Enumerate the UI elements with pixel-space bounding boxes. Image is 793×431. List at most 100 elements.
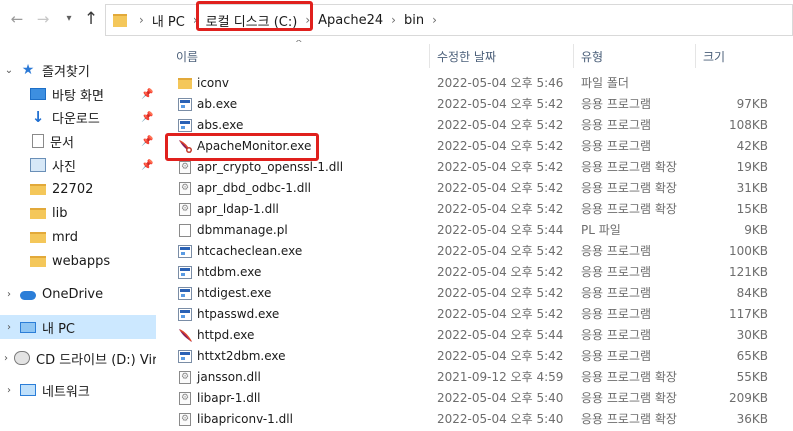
column-header-name[interactable]: 이름 — [176, 46, 198, 68]
file-date: 2022-05-04 오후 5:40 — [437, 391, 564, 405]
nav-item-desktop[interactable]: 바탕 화면 — [0, 83, 156, 105]
recent-locations-chevron-icon[interactable]: ▾ — [58, 8, 80, 30]
table-row[interactable]: httxt2dbm.exe 2022-05-04 오후 5:42 응용 프로그램 65… — [156, 346, 793, 367]
back-arrow-icon[interactable]: ← — [6, 8, 28, 30]
breadcrumb-apache24[interactable]: Apache24 — [316, 13, 385, 28]
chevron-right-icon[interactable]: › — [385, 13, 402, 27]
nav-label: 다운로드 — [52, 111, 100, 127]
nav-item-downloads[interactable]: ↓ 다운로드 — [0, 106, 156, 128]
table-row[interactable]: ab.exe 2022-05-04 오후 5:42 응용 프로그램 97KB — [156, 94, 793, 115]
table-row[interactable]: libapr-1.dll 2022-05-04 오후 5:40 응용 프로그램 확장… — [156, 388, 793, 409]
nav-item-network[interactable]: › 네트워크 — [0, 379, 156, 401]
file-name: htpasswd.exe — [197, 307, 280, 321]
table-row[interactable]: htpasswd.exe 2022-05-04 오후 5:42 응용 프로그램 117… — [156, 304, 793, 325]
breadcrumb-bin[interactable]: bin — [402, 13, 426, 28]
file-size: 55KB — [736, 370, 768, 384]
nav-item-documents[interactable]: 문서 — [0, 130, 156, 152]
pin-icon[interactable]: 📌 — [141, 89, 153, 100]
nav-item-pictures[interactable]: 사진 — [0, 154, 156, 176]
file-type: 응용 프로그램 확장 — [581, 370, 677, 384]
sort-ascending-icon: ^ — [295, 40, 303, 49]
forward-arrow-icon[interactable]: → — [32, 8, 54, 30]
file-type: 응용 프로그램 확장 — [581, 391, 677, 405]
table-row[interactable]: apr_dbd_odbc-1.dll 2022-05-04 오후 5:42 응용 프… — [156, 178, 793, 199]
star-icon: ★ — [21, 62, 35, 78]
nav-item-folder-22702[interactable]: 22702 — [0, 178, 156, 200]
nav-item-this-pc[interactable]: › 내 PC — [0, 315, 156, 339]
file-size: 36KB — [736, 412, 768, 426]
nav-label: CD 드라이브 (D:) Vir — [36, 352, 156, 368]
table-row[interactable]: htdbm.exe 2022-05-04 오후 5:42 응용 프로그램 121KB — [156, 262, 793, 283]
file-name: apr_dbd_odbc-1.dll — [197, 181, 311, 195]
table-row[interactable]: dbmmanage.pl 2022-05-04 오후 5:44 PL 파일 9KB — [156, 220, 793, 241]
file-size: 9KB — [744, 223, 768, 237]
chevron-down-icon[interactable]: ⌄ — [4, 65, 14, 76]
application-icon — [178, 245, 192, 258]
nav-item-cd-drive[interactable]: › CD 드라이브 (D:) Vir — [0, 347, 156, 369]
file-size: 108KB — [728, 118, 768, 132]
nav-item-onedrive[interactable]: › OneDrive — [0, 283, 156, 305]
file-size: 84KB — [736, 286, 768, 300]
file-type: 응용 프로그램 — [581, 286, 652, 300]
nav-label: 사진 — [52, 159, 76, 175]
file-highlight-box — [165, 133, 319, 161]
file-type: 응용 프로그램 확장 — [581, 160, 677, 174]
file-name: dbmmanage.pl — [197, 223, 288, 237]
table-row[interactable]: httpd.exe 2022-05-04 오후 5:44 응용 프로그램 30KB — [156, 325, 793, 346]
breadcrumb-this-pc[interactable]: 내 PC — [150, 11, 187, 30]
table-row[interactable]: iconv 2022-05-04 오후 5:46 파일 폴더 — [156, 73, 793, 94]
network-icon — [20, 384, 36, 396]
file-type: 응용 프로그램 — [581, 244, 652, 258]
nav-item-quick-access[interactable]: ⌄ ★ 즐겨찾기 — [0, 59, 156, 81]
table-row[interactable]: htdigest.exe 2022-05-04 오후 5:42 응용 프로그램 84K… — [156, 283, 793, 304]
nav-item-folder-lib[interactable]: lib — [0, 202, 156, 224]
file-size: 19KB — [736, 160, 768, 174]
file-size: 15KB — [736, 202, 768, 216]
up-arrow-icon[interactable]: ↑ — [80, 8, 102, 30]
file-list: ^ 이름 수정한 날짜 유형 크기 iconv 2022-05-04 오후 5:4… — [156, 40, 793, 431]
file-type: 응용 프로그램 — [581, 349, 652, 363]
navigation-pane: ⌄ ★ 즐겨찾기 바탕 화면 📌 ↓ 다운로드 📌 문서 📌 사진 📌 2270… — [0, 40, 156, 431]
column-divider[interactable] — [695, 44, 696, 68]
file-date: 2022-05-04 오후 5:44 — [437, 328, 564, 342]
pin-icon[interactable]: 📌 — [141, 136, 153, 147]
file-size: 209KB — [728, 391, 768, 405]
nav-item-folder-mrd[interactable]: mrd — [0, 226, 156, 248]
nav-label: OneDrive — [42, 286, 104, 302]
file-size: 100KB — [728, 244, 768, 258]
column-header-type[interactable]: 유형 — [581, 46, 603, 68]
table-row[interactable]: apr_ldap-1.dll 2022-05-04 오후 5:42 응용 프로그램 … — [156, 199, 793, 220]
file-date: 2022-05-04 오후 5:42 — [437, 349, 564, 363]
application-icon — [178, 98, 192, 111]
table-row[interactable]: jansson.dll 2021-09-12 오후 4:59 응용 프로그램 확장 5… — [156, 367, 793, 388]
nav-item-folder-webapps[interactable]: webapps — [0, 250, 156, 272]
folder-icon — [178, 78, 192, 89]
chevron-right-icon[interactable]: › — [4, 322, 14, 333]
table-row[interactable]: htcacheclean.exe 2022-05-04 오후 5:42 응용 프로그… — [156, 241, 793, 262]
file-date: 2022-05-04 오후 5:46 — [437, 76, 564, 90]
file-size: 31KB — [736, 181, 768, 195]
document-icon — [32, 134, 44, 148]
chevron-right-icon[interactable]: › — [4, 289, 14, 300]
column-divider[interactable] — [573, 44, 574, 68]
file-size: 65KB — [736, 349, 768, 363]
chevron-right-icon[interactable]: › — [4, 385, 14, 396]
pin-icon[interactable]: 📌 — [141, 160, 153, 171]
column-header-date[interactable]: 수정한 날짜 — [437, 46, 496, 68]
chevron-right-icon[interactable]: › — [4, 353, 8, 364]
file-type: 파일 폴더 — [581, 76, 629, 90]
file-size: 42KB — [736, 139, 768, 153]
column-header-size[interactable]: 크기 — [703, 46, 725, 68]
pin-icon[interactable]: 📌 — [141, 112, 153, 123]
file-name: jansson.dll — [197, 370, 261, 384]
file-date: 2022-05-04 오후 5:42 — [437, 160, 564, 174]
chevron-right-icon[interactable]: › — [426, 13, 443, 27]
file-type: 응용 프로그램 — [581, 328, 652, 342]
dll-gear-icon — [179, 392, 191, 405]
chevron-right-icon[interactable]: › — [133, 13, 150, 27]
file-size: 121KB — [728, 265, 768, 279]
nav-label: webapps — [52, 253, 111, 269]
table-row[interactable]: libapriconv-1.dll 2022-05-04 오후 5:40 응용 프로… — [156, 409, 793, 430]
column-divider[interactable] — [429, 44, 430, 68]
file-type: 응용 프로그램 확장 — [581, 181, 677, 195]
